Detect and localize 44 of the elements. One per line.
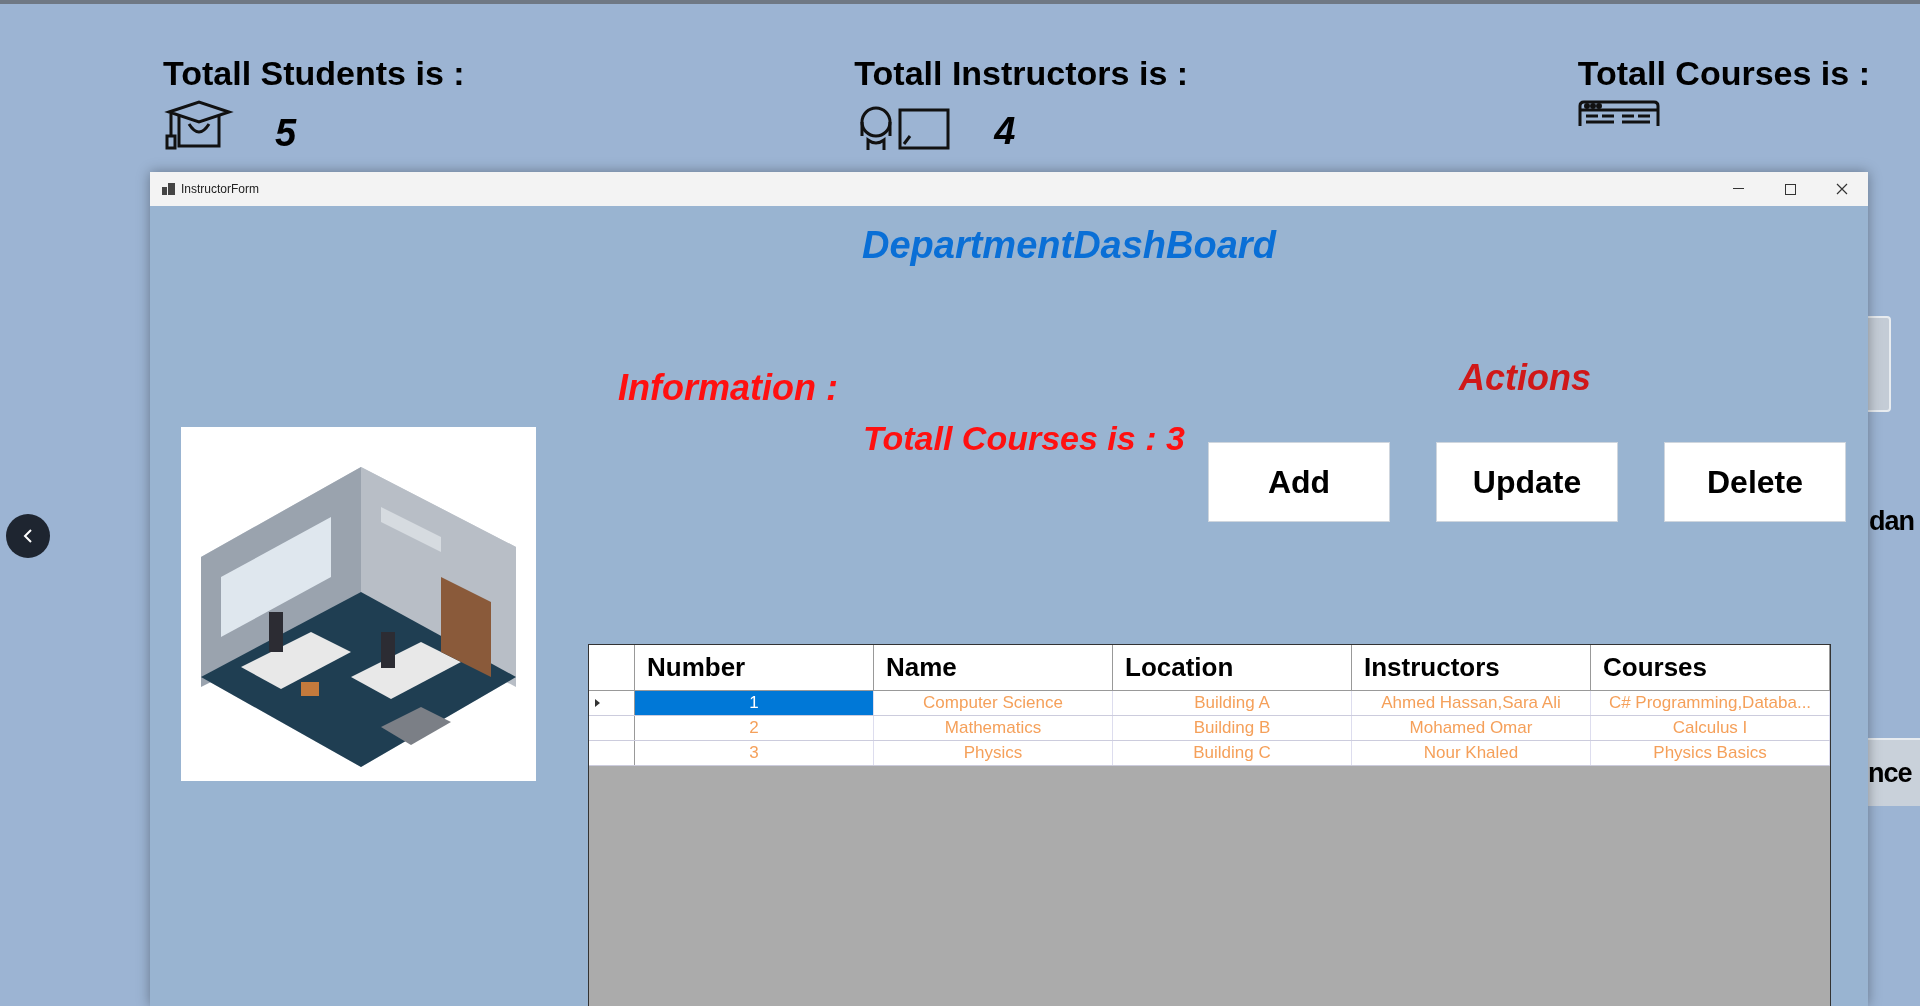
courses-total: Totall Courses is : 3: [863, 421, 1185, 455]
dashboard-heading: DepartmentDashBoard: [862, 226, 1276, 264]
app-icon: [162, 183, 175, 195]
stat-label: Totall Courses is :: [1577, 56, 1870, 90]
table-cell: Nour Khaled: [1352, 741, 1591, 765]
column-header[interactable]: Number: [635, 645, 874, 690]
stat-label: Totall Students is :: [163, 56, 465, 90]
table-cell: Computer Science: [874, 691, 1113, 715]
actions-label: Actions: [1459, 360, 1591, 396]
window-title: InstructorForm: [181, 181, 259, 198]
table-cell: Mohamed Omar: [1352, 716, 1591, 740]
close-icon: [1836, 183, 1848, 195]
column-header[interactable]: Instructors: [1352, 645, 1591, 690]
column-header[interactable]: Courses: [1591, 645, 1830, 690]
row-pointer-icon: [595, 699, 600, 707]
action-button[interactable]: Add: [1208, 442, 1390, 522]
partial-label: dan: [1869, 508, 1914, 535]
stat-value: 4: [994, 112, 1016, 150]
information-label: Information :: [618, 370, 838, 406]
maximize-icon: [1784, 183, 1796, 195]
action-button[interactable]: Delete: [1664, 442, 1846, 522]
column-header[interactable]: Location: [1113, 645, 1352, 690]
action-button[interactable]: Update: [1436, 442, 1618, 522]
minimize-icon: [1732, 188, 1744, 190]
back-button[interactable]: [6, 514, 50, 558]
table-cell: 1: [635, 691, 874, 715]
table-cell: Building B: [1113, 716, 1352, 740]
table-cell: 3: [635, 741, 874, 765]
table-cell: Building C: [1113, 741, 1352, 765]
table-cell: Physics Basics: [1591, 741, 1830, 765]
table-cell: 2: [635, 716, 874, 740]
browser-icon: [1577, 100, 1660, 126]
table-cell: C# Programming,Databa...: [1591, 691, 1830, 715]
table-cell: Calculus I: [1591, 716, 1830, 740]
chevron-left-icon: [23, 528, 33, 544]
column-header[interactable]: Name: [874, 645, 1113, 690]
table-cell: Building A: [1113, 691, 1352, 715]
table-cell: Mathematics: [874, 716, 1113, 740]
table-cell: Ahmed Hassan,Sara Ali: [1352, 691, 1591, 715]
graduate-icon: [163, 100, 235, 152]
stat-label: Totall Instructors is :: [854, 56, 1189, 90]
stat-value: 5: [275, 114, 297, 152]
partial-label: nce: [1868, 759, 1912, 787]
table-cell: Physics: [874, 741, 1113, 765]
